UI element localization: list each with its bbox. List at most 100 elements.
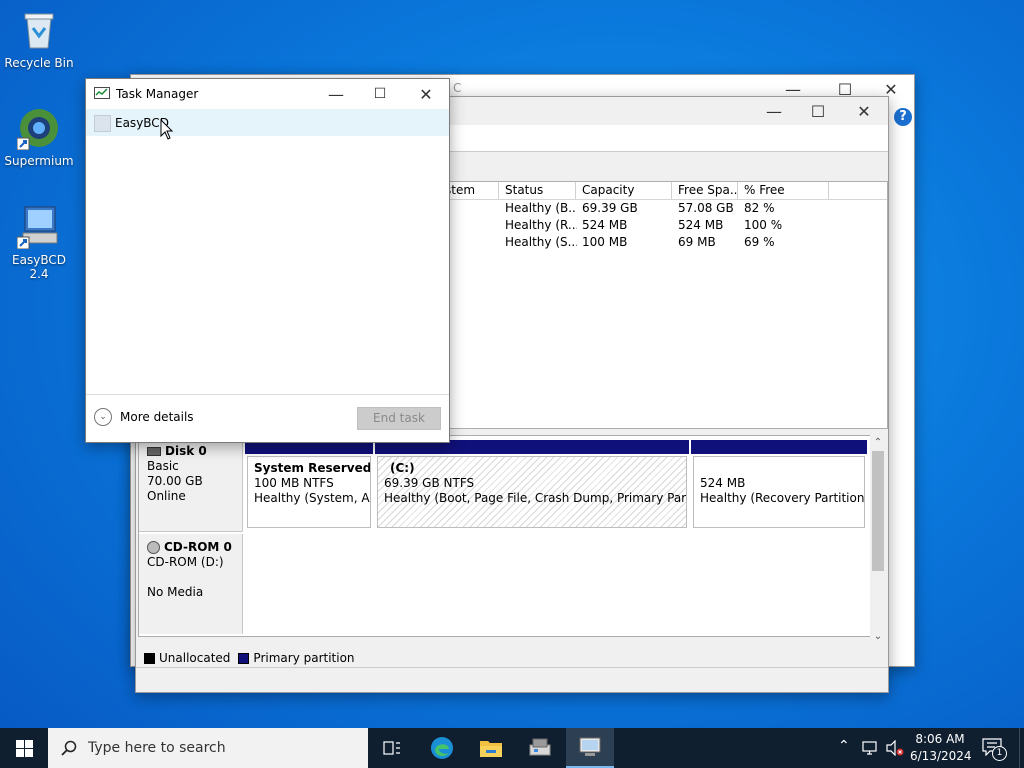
taskbar: Type here to search ⌃ 8:06 AM 6/13/2024 … [0,728,1024,768]
cell-capacity: 524 MB [582,218,628,232]
file-explorer-icon[interactable] [467,728,515,768]
partition-size: 69.39 GB NTFS [384,476,475,490]
close-button[interactable]: ✕ [404,79,448,109]
disk-type: Basic [147,459,179,473]
recycle-bin-icon [17,8,61,52]
desktop-icon-recycle-bin[interactable]: Recycle Bin [2,8,76,70]
cdrom-media: No Media [147,585,204,599]
partition-type-bar [691,440,867,454]
notification-count-badge: 1 [992,746,1007,761]
status-bar [136,667,888,692]
window-title-fragment: C [453,81,462,95]
minimize-button[interactable]: — [752,97,796,125]
cell-free-space: 57.08 GB [678,201,734,215]
legend: Unallocated Primary partition [144,651,355,665]
partition-status: Healthy (Boot, Page File, Crash Dump, Pr… [384,491,687,505]
column-header-percent-free[interactable]: % Free [738,182,829,199]
close-button[interactable]: ✕ [842,97,886,125]
clock-date: 6/13/2024 [910,749,972,763]
partition-status: Healthy (System, Acti [254,491,370,505]
legend-primary: Primary partition [253,651,355,665]
app-list-item[interactable]: EasyBCD [86,109,449,136]
task-manager-title-bar[interactable]: Task Manager — ☐ ✕ [86,79,449,109]
task-manager-window[interactable]: Task Manager — ☐ ✕ EasyBCD ⌄ More detail… [85,78,450,443]
cdrom-0-label-panel[interactable]: CD-ROM 0 CD-ROM (D:) No Media [139,534,243,634]
show-desktop-button[interactable] [1019,728,1024,768]
maximize-button[interactable]: ☐ [358,79,402,109]
scroll-thumb[interactable] [872,451,884,571]
search-icon [61,740,77,756]
clock-time: 8:06 AM [915,732,965,746]
desktop-icon-easybcd[interactable]: EasyBCD 2.4 [2,205,76,281]
graphical-view-scrollbar[interactable]: ⌃ ⌄ [870,435,886,645]
cell-status: Healthy (R... [505,218,577,232]
disk-drive-icon [147,447,161,456]
legend-unallocated: Unallocated [159,651,231,665]
search-placeholder: Type here to search [88,740,226,756]
partition-name: System Reserved [254,461,371,475]
easybcd-taskbar-icon[interactable] [516,728,564,768]
desktop-icon-label: Recycle Bin [4,56,74,70]
partition-name: (C:) [390,461,415,475]
edge-icon[interactable] [418,728,466,768]
partition-c-drive[interactable]: (C:) 69.39 GB NTFS Healthy (Boot, Page F… [375,440,689,530]
taskbar-search-box[interactable]: Type here to search [48,728,368,768]
disk-graphical-view[interactable]: Disk 0 Basic 70.00 GB Online System Rese… [138,435,872,637]
disk-0-partitions: System Reserved 100 MB NTFS Healthy (Sys… [245,440,867,532]
cd-drive-icon [147,541,160,554]
partition-size: 100 MB NTFS [254,476,334,490]
disk-size: 70.00 GB [147,474,203,488]
window-title: Task Manager [116,87,199,101]
desktop-icon-label: EasyBCD 2.4 [12,253,66,281]
cell-free-space: 69 MB [678,235,716,249]
cell-capacity: 100 MB [582,235,628,249]
cell-percent-free: 69 % [744,235,775,249]
app-icon [94,115,111,132]
cell-status: Healthy (S... [505,235,577,249]
task-manager-icon [94,87,110,104]
clock[interactable]: 8:06 AM 6/13/2024 [910,731,972,765]
partition-recovery[interactable]: 524 MB Healthy (Recovery Partition) [691,440,867,530]
scroll-up-arrow[interactable]: ⌃ [870,435,886,451]
disk-state: Online [147,489,186,503]
cell-free-space: 524 MB [678,218,724,232]
scroll-down-arrow[interactable]: ⌄ [870,629,886,645]
minimize-button[interactable]: — [314,79,358,109]
disk-name: Disk 0 [165,444,207,458]
disk-0-label-panel[interactable]: Disk 0 Basic 70.00 GB Online [139,440,243,532]
more-details-toggle[interactable]: ⌄ More details [94,408,194,426]
unallocated-swatch [144,652,155,664]
desktop-icon-supermium[interactable]: Supermium [2,106,76,168]
start-button[interactable] [0,728,48,768]
mouse-cursor-icon [160,119,174,140]
show-hidden-icons-chevron[interactable]: ⌃ [838,738,850,754]
column-header-capacity[interactable]: Capacity [576,182,672,199]
cell-status: Healthy (B... [505,201,577,215]
volume-muted-icon[interactable] [886,739,904,759]
task-view-icon[interactable] [368,728,416,768]
cell-percent-free: 100 % [744,218,783,232]
more-details-label: More details [120,410,194,424]
desktop-icon-label: Supermium [4,154,74,168]
partition-size: 524 MB [700,476,746,490]
cdrom-drive: CD-ROM (D:) [147,555,224,569]
supermium-icon [16,106,61,151]
maximize-button[interactable]: ☐ [796,97,840,125]
partition-details: System Reserved 100 MB NTFS Healthy (Sys… [247,456,371,528]
cell-percent-free: 82 % [744,201,775,215]
windows-logo-icon [15,739,33,757]
network-icon[interactable] [862,740,880,759]
chevron-down-icon: ⌄ [94,408,112,426]
easybcd-icon [16,205,61,250]
column-header-free-space[interactable]: Free Spa... [672,182,738,199]
cell-capacity: 69.39 GB [582,201,638,215]
action-center-button[interactable]: 1 [976,736,1016,762]
primary-partition-swatch [238,652,250,664]
partition-details: 524 MB Healthy (Recovery Partition) [693,456,865,528]
end-task-button[interactable]: End task [357,407,441,430]
column-header-status[interactable]: Status [499,182,576,199]
right-pane-strip [887,135,914,663]
partition-system-reserved[interactable]: System Reserved 100 MB NTFS Healthy (Sys… [245,440,373,530]
disk-management-taskbar-icon[interactable] [566,728,614,768]
help-icon[interactable]: ? [894,108,912,126]
